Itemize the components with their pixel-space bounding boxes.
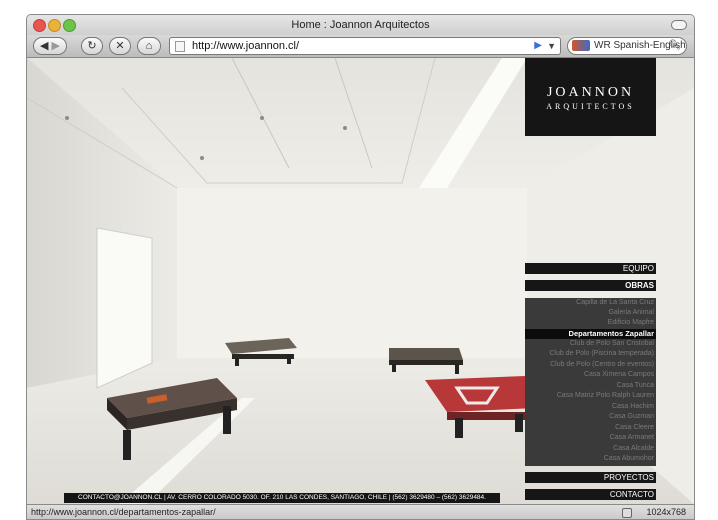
zoom-window-icon[interactable]	[63, 19, 76, 32]
submenu-item[interactable]: Casa Guzman	[525, 412, 656, 422]
reload-icon: ↻	[87, 40, 97, 52]
submenu-item[interactable]: Casa Hachim	[525, 402, 656, 412]
web-content: JOANNON ARQUITECTOS EQUIPO OBRAS Capilla…	[27, 58, 694, 504]
submenu-item[interactable]: Casa Armanet	[525, 433, 656, 443]
close-window-icon[interactable]	[33, 19, 46, 32]
submenu-item[interactable]: Casa Ximena Campos	[525, 370, 656, 380]
footer-contact: CONTACTO@JOANNON.CL | AV. CERRO COLORADO…	[64, 493, 500, 503]
home-button[interactable]: ⌂	[137, 37, 161, 55]
search-box[interactable]: WR Spanish-English 🔍︎	[567, 37, 687, 55]
submenu-item[interactable]: Club de Polo (Centro de eventos)	[525, 360, 656, 370]
logo-line1: JOANNON	[546, 85, 635, 100]
window-title: Home : Joannon Arquitectos	[291, 19, 430, 31]
back-arrow-icon[interactable]: ◀	[40, 40, 48, 52]
browser-window: Home : Joannon Arquitectos ◀ ▶ ↻ ✕ ⌂ htt…	[26, 14, 695, 520]
submenu-item[interactable]: Club de Polo (Piscina temperada)	[525, 349, 656, 359]
nav-obras[interactable]: OBRAS	[525, 280, 656, 291]
logo-line2: ARQUITECTOS	[546, 102, 635, 111]
status-url: http://www.joannon.cl/departamentos-zapa…	[31, 507, 216, 517]
obras-submenu: Capilla de La Santa Cruz Galeria Animal …	[525, 298, 656, 466]
history-dropdown-icon[interactable]: ▼	[547, 38, 556, 54]
status-bar: http://www.joannon.cl/departamentos-zapa…	[27, 504, 694, 519]
stop-icon: ✕	[115, 40, 125, 52]
submenu-item[interactable]: Casa Abumohor	[525, 454, 656, 464]
title-bar: Home : Joannon Arquitectos	[27, 15, 694, 35]
address-text[interactable]: http://www.joannon.cl/	[192, 38, 299, 54]
reload-button[interactable]: ↻	[81, 37, 103, 55]
go-arrow-icon[interactable]: ▶	[534, 38, 542, 54]
nav-contacto[interactable]: CONTACTO	[525, 489, 656, 500]
home-icon: ⌂	[145, 40, 153, 52]
window-resolution: 1024x768	[646, 507, 686, 517]
page-icon	[175, 41, 185, 52]
magnifier-icon[interactable]: 🔍︎	[668, 38, 681, 54]
forward-arrow-icon[interactable]: ▶	[52, 40, 60, 52]
nav-equipo[interactable]: EQUIPO	[525, 263, 656, 274]
submenu-item[interactable]: Club de Polo San Cristobal	[525, 339, 656, 349]
submenu-item[interactable]: Casa Alcalde	[525, 444, 656, 454]
toolbar-toggle-icon[interactable]	[671, 20, 687, 30]
back-forward-button[interactable]: ◀ ▶	[33, 37, 67, 55]
submenu-item[interactable]: Galeria Animal	[525, 308, 656, 318]
site-logo[interactable]: JOANNON ARQUITECTOS	[525, 58, 656, 136]
submenu-item[interactable]: Casa Tunca	[525, 381, 656, 391]
stop-button[interactable]: ✕	[109, 37, 131, 55]
submenu-item[interactable]: Capilla de La Santa Cruz	[525, 298, 656, 308]
search-engine-icon[interactable]	[572, 40, 590, 51]
submenu-item-active[interactable]: Departamentos Zapallar	[525, 329, 656, 339]
toolbar: ◀ ▶ ↻ ✕ ⌂ http://www.joannon.cl/ ▶ ▼ WR …	[27, 35, 694, 58]
submenu-item[interactable]: Casa Cleere	[525, 423, 656, 433]
minimize-window-icon[interactable]	[48, 19, 61, 32]
nav-proyectos[interactable]: PROYECTOS	[525, 472, 656, 483]
submenu-item[interactable]: Casa Matriz Polo Ralph Lauren	[525, 391, 656, 401]
resize-icon	[622, 508, 632, 518]
submenu-item[interactable]: Edificio Mapfre	[525, 318, 656, 328]
address-bar[interactable]: http://www.joannon.cl/ ▶ ▼	[169, 37, 561, 55]
